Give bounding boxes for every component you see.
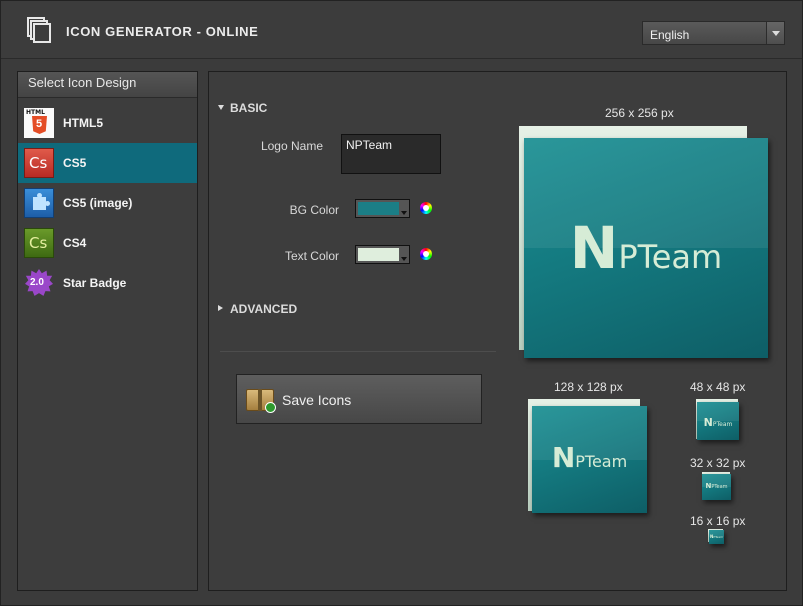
- language-select[interactable]: English: [642, 21, 785, 45]
- basic-section-toggle[interactable]: BASIC: [218, 101, 267, 115]
- icon-preview-48: NPTeam: [695, 399, 743, 443]
- sidebar-item-label: Star Badge: [63, 276, 127, 290]
- text-color-label: Text Color: [284, 249, 339, 263]
- basic-section-label: BASIC: [230, 101, 268, 115]
- color-wheel-icon[interactable]: [420, 202, 432, 214]
- sidebar-item-star-badge[interactable]: 2.0 Star Badge: [18, 263, 197, 303]
- text-color-swatch: [358, 248, 399, 261]
- sidebar-item-cs5[interactable]: Cs CS5: [18, 143, 197, 183]
- size-label-48: 48 x 48 px: [690, 380, 746, 394]
- divider: [220, 351, 496, 352]
- app-title: ICON GENERATOR - ONLINE: [66, 24, 259, 39]
- caret-down-icon: [401, 211, 407, 215]
- chevron-down-icon[interactable]: [766, 22, 784, 44]
- advanced-section-toggle[interactable]: ADVANCED: [218, 302, 297, 316]
- sidebar-item-cs5-image[interactable]: CS5 (image): [18, 183, 197, 223]
- bg-color-label: BG Color: [289, 203, 339, 217]
- icon-preview-16: NPTeam: [708, 529, 726, 545]
- save-icons-label: Save Icons: [282, 392, 352, 408]
- cs5-icon: Cs: [24, 148, 54, 178]
- advanced-section-label: ADVANCED: [230, 302, 298, 316]
- caret-down-icon: [401, 257, 407, 261]
- icon-preview-256: NPTeam: [516, 126, 768, 360]
- design-sidebar: Select Icon Design HTML 5 HTML5 Cs CS5 C…: [17, 71, 198, 591]
- size-label-16: 16 x 16 px: [690, 514, 746, 528]
- bg-color-picker[interactable]: [355, 199, 410, 218]
- sidebar-title: Select Icon Design: [18, 72, 197, 98]
- bg-color-swatch: [358, 202, 399, 215]
- sidebar-item-html5[interactable]: HTML 5 HTML5: [18, 103, 197, 143]
- triangle-right-icon: [218, 305, 223, 311]
- size-label-256: 256 x 256 px: [605, 106, 674, 120]
- star-badge-icon: 2.0: [24, 268, 54, 298]
- icon-preview-128: NPTeam: [527, 399, 651, 515]
- main-panel: BASIC Logo Name NPTeam BG Color Text Col…: [208, 71, 787, 591]
- design-list: HTML 5 HTML5 Cs CS5 CS5 (image) Cs CS4 2…: [18, 103, 197, 303]
- cs4-icon: Cs: [24, 228, 54, 258]
- text-color-picker[interactable]: [355, 245, 410, 264]
- triangle-down-icon: [218, 105, 224, 110]
- sidebar-item-cs4[interactable]: Cs CS4: [18, 223, 197, 263]
- size-label-32: 32 x 32 px: [690, 456, 746, 470]
- header: ICON GENERATOR - ONLINE English: [1, 1, 802, 59]
- sidebar-item-label: HTML5: [63, 116, 103, 130]
- save-icons-button[interactable]: Save Icons: [236, 374, 482, 424]
- color-wheel-icon[interactable]: [420, 248, 432, 260]
- logo-name-input[interactable]: NPTeam: [341, 134, 441, 174]
- html5-icon: HTML 5: [24, 108, 54, 138]
- stacked-squares-icon: [27, 17, 53, 47]
- icon-preview-32: NPTeam: [701, 472, 733, 502]
- sidebar-item-label: CS5: [63, 156, 87, 170]
- package-download-icon: [246, 385, 276, 413]
- language-value: English: [650, 28, 690, 42]
- size-label-128: 128 x 128 px: [554, 380, 623, 394]
- sidebar-item-label: CS4: [63, 236, 87, 250]
- puzzle-icon: [24, 188, 54, 218]
- sidebar-item-label: CS5 (image): [63, 196, 133, 210]
- app-window: ICON GENERATOR - ONLINE English Select I…: [0, 0, 803, 606]
- logo-name-label: Logo Name: [260, 139, 323, 153]
